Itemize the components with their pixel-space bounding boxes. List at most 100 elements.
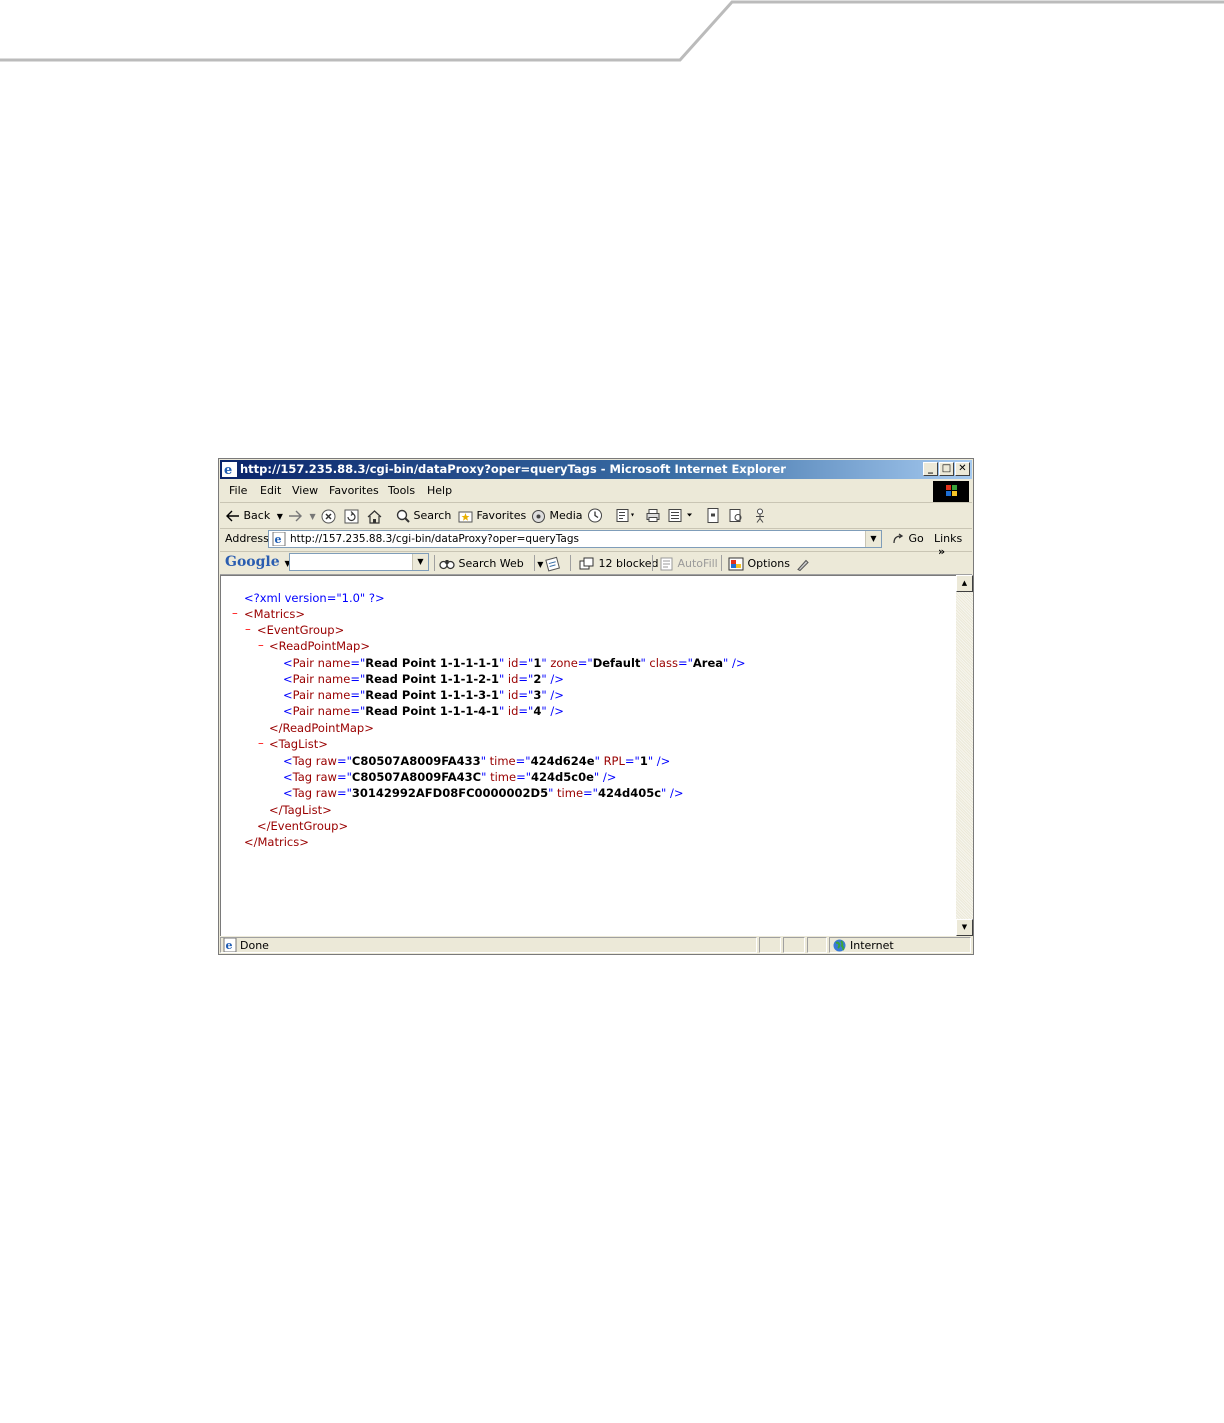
binoculars-icon	[439, 560, 455, 570]
address-input[interactable]: e http://157.235.88.3/cgi-bin/dataProxy?…	[268, 530, 882, 548]
xml-tag: <Tag raw="30142992AFD08FC0000002D5" time…	[283, 786, 684, 800]
collapse-toggle[interactable]: –	[258, 736, 264, 750]
mail-icon[interactable]	[616, 507, 638, 524]
tag-eventgroup-open: <EventGroup>	[257, 623, 345, 637]
windows-logo-icon	[933, 481, 969, 502]
forward-button[interactable]: ▼	[288, 507, 316, 524]
xml-pair: <Pair name="Read Point 1-1-1-2-1" id="2"…	[283, 672, 564, 686]
menu-view[interactable]: View	[292, 484, 318, 497]
chevron-down-icon: ▼	[276, 512, 283, 521]
chevron-down-icon[interactable]: ▼	[865, 531, 881, 547]
autofill-icon	[660, 557, 673, 571]
chevron-down-icon[interactable]: ▼	[412, 554, 428, 570]
tag-time: 424d5c0e	[531, 770, 594, 784]
print-icon[interactable]	[645, 507, 661, 524]
minimize-button[interactable]: _	[923, 462, 938, 476]
discuss-icon[interactable]	[706, 507, 720, 524]
svg-text:e: e	[224, 463, 232, 477]
options-button[interactable]: Options	[728, 555, 790, 572]
page-header-decoration	[0, 0, 1224, 62]
separator	[434, 555, 435, 571]
popup-blocker-button[interactable]: 12 blocked	[579, 555, 659, 572]
menu-bar: File Edit View Favorites Tools Help	[220, 480, 972, 503]
options-icon	[728, 557, 744, 571]
popup-blocker-icon	[579, 557, 594, 570]
menu-file[interactable]: File	[229, 484, 247, 497]
chevron-down-icon: ▼	[537, 560, 544, 569]
xml-node-matrics-close: </Matrics>	[244, 834, 309, 850]
collapse-toggle[interactable]: –	[232, 606, 238, 620]
go-arrow-icon	[893, 533, 904, 544]
tag-taglist-close: </TagList>	[269, 803, 332, 817]
collapse-toggle[interactable]: –	[258, 638, 264, 652]
xml-tag: <Tag raw="C80507A8009FA43C" time="424d5c…	[283, 770, 617, 784]
separator	[570, 555, 571, 571]
news-icon[interactable]	[545, 555, 561, 572]
menu-help[interactable]: Help	[427, 484, 452, 497]
xml-node-eventgroup-close: </EventGroup>	[257, 818, 348, 834]
pair-name: Read Point 1-1-1-4-1	[365, 704, 499, 718]
address-bar: Address e http://157.235.88.3/cgi-bin/da…	[220, 529, 972, 558]
xml-node-taglist: <TagList>	[269, 736, 328, 752]
status-pane: e Done	[220, 937, 757, 953]
messenger-icon[interactable]	[753, 507, 767, 524]
edit-icon[interactable]	[668, 507, 694, 524]
tag-raw: C80507A8009FA43C	[351, 770, 482, 784]
home-icon[interactable]	[367, 508, 382, 525]
media-button[interactable]: Media	[531, 507, 583, 524]
tag-time: 424d405c	[597, 786, 662, 800]
google-search-input[interactable]: ▼	[289, 553, 429, 571]
menu-edit[interactable]: Edit	[260, 484, 281, 497]
back-arrow-icon	[226, 510, 239, 522]
pair-name: Read Point 1-1-1-2-1	[365, 672, 499, 686]
pair-name: Read Point 1-1-1-3-1	[365, 688, 499, 702]
links-label: Links	[934, 532, 963, 545]
tag-raw: C80507A8009FA433	[351, 754, 481, 768]
stop-icon[interactable]	[321, 508, 336, 525]
media-label: Media	[549, 509, 583, 522]
history-icon[interactable]	[587, 507, 603, 524]
google-toolbar: Google ▼ ▼ Search Web ▼ 12 blocked AutoF…	[220, 552, 972, 575]
separator	[721, 555, 722, 571]
autofill-label: AutoFill	[677, 557, 718, 570]
google-logo-text: Google	[225, 554, 280, 570]
highlighter-icon[interactable]	[796, 556, 810, 573]
go-label: Go	[908, 532, 924, 545]
close-button[interactable]: ✕	[955, 462, 970, 476]
status-pane	[807, 937, 827, 953]
page-icon: e	[272, 532, 286, 546]
media-icon	[532, 509, 545, 523]
google-logo[interactable]: Google ▼	[225, 554, 291, 570]
go-button[interactable]: Go	[892, 532, 924, 545]
xml-node-eventgroup: <EventGroup>	[257, 622, 344, 638]
scroll-up-button[interactable]: ▲	[956, 575, 973, 592]
blocked-count: 12 blocked	[598, 557, 659, 570]
refresh-icon[interactable]	[344, 508, 359, 525]
xml-tag: <Tag raw="C80507A8009FA433" time="424d62…	[283, 754, 671, 768]
back-button[interactable]: Back ▼	[226, 507, 283, 524]
xml-node-matrics: <Matrics>	[244, 606, 305, 622]
autofill-button[interactable]: AutoFill	[659, 555, 718, 572]
address-url: http://157.235.88.3/cgi-bin/dataProxy?op…	[290, 533, 579, 545]
tag-matrics-open: <Matrics>	[244, 607, 305, 621]
svg-text:e: e	[275, 533, 282, 546]
collapse-toggle[interactable]: –	[245, 622, 251, 636]
status-pane	[783, 937, 805, 953]
maximize-button[interactable]: □	[939, 462, 954, 476]
research-icon[interactable]	[728, 507, 744, 524]
globe-icon	[833, 939, 846, 952]
menu-tools[interactable]: Tools	[388, 484, 415, 497]
search-button[interactable]: Search	[396, 507, 451, 524]
scroll-down-button[interactable]: ▼	[956, 919, 973, 936]
standard-toolbar: Back ▼ ▼ Search Favorites Media	[220, 503, 972, 529]
menu-favorites[interactable]: Favorites	[329, 484, 379, 497]
favorites-button[interactable]: Favorites	[458, 507, 526, 524]
tag-readpointmap-close: </ReadPointMap>	[269, 721, 374, 735]
tag-readpointmap-open: <ReadPointMap>	[269, 639, 370, 653]
search-web-button[interactable]: Search Web ▼	[439, 555, 543, 572]
status-bar: e Done Internet	[220, 937, 972, 954]
separator	[652, 555, 653, 571]
favorites-label: Favorites	[476, 509, 527, 522]
tag-rpl: 1	[639, 754, 648, 768]
vertical-scrollbar[interactable]: ▲ ▼	[956, 575, 973, 936]
